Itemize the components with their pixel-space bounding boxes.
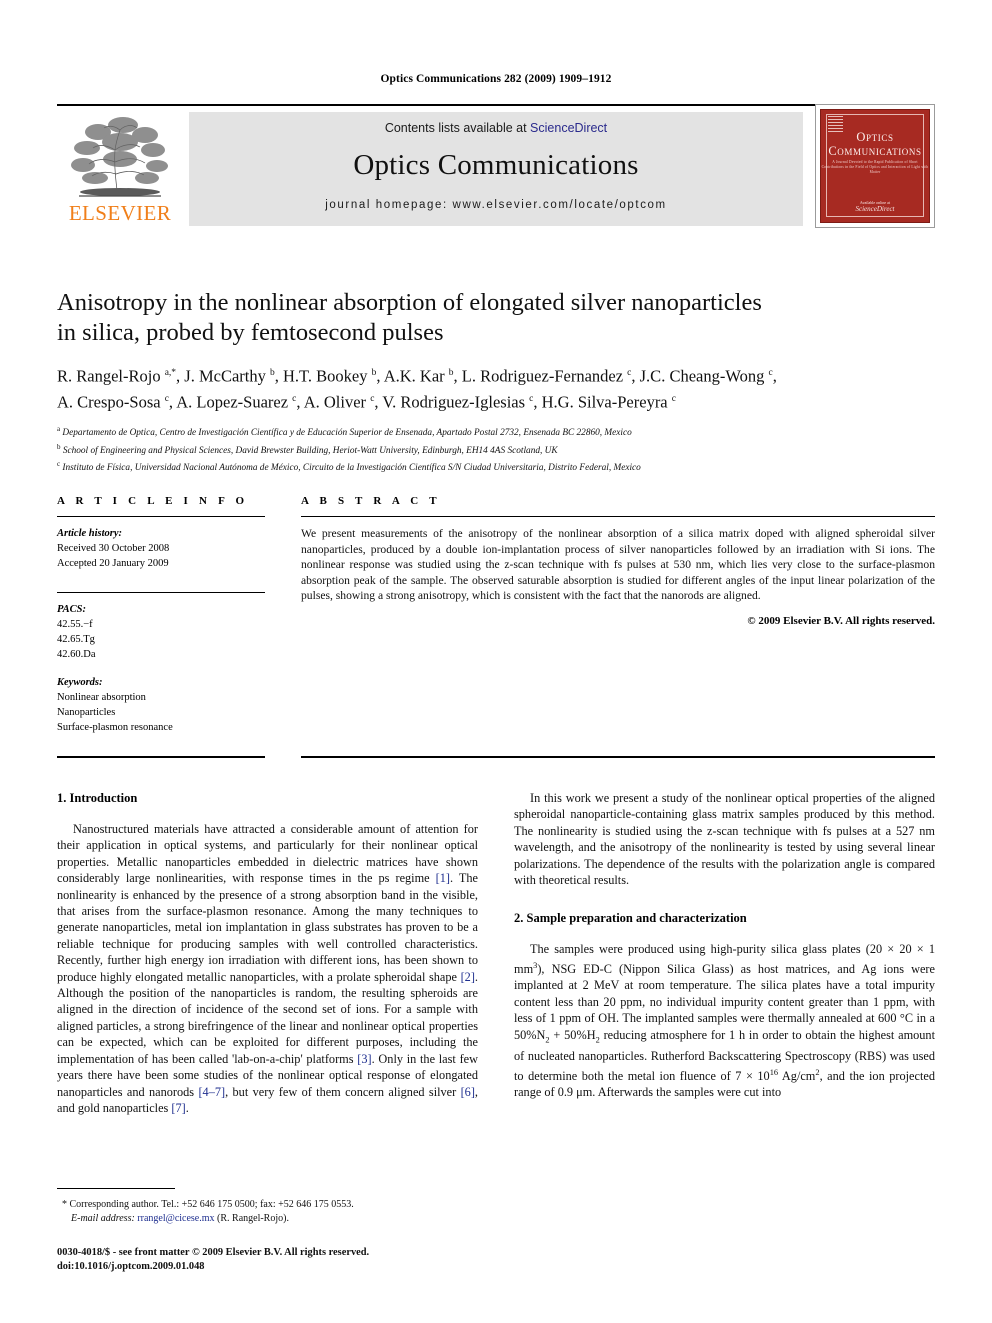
- article-page: Optics Communications 282 (2009) 1909–19…: [0, 0, 992, 1323]
- email-label: E-mail address:: [71, 1212, 135, 1224]
- corresponding-author-note: * Corresponding author. Tel.: +52 646 17…: [57, 1198, 478, 1225]
- affiliation-c: c Instituto de Física, Universidad Nacio…: [57, 460, 641, 474]
- abstract-heading: A B S T R A C T: [301, 495, 441, 507]
- corresponding-author-text: Corresponding author. Tel.: +52 646 175 …: [69, 1199, 354, 1210]
- accepted-date: Accepted 20 January 2009: [57, 558, 169, 569]
- elsevier-logo: ELSEVIER: [65, 112, 175, 224]
- contents-prefix: Contents lists available at: [384, 121, 531, 135]
- footnote-block: * Corresponding author. Tel.: +52 646 17…: [57, 1188, 478, 1225]
- title-block: Anisotropy in the nonlinear absorption o…: [57, 288, 935, 476]
- page-title: Anisotropy in the nonlinear absorption o…: [57, 288, 935, 348]
- citation-ref[interactable]: [4–7]: [198, 1085, 225, 1099]
- journal-banner: Contents lists available at ScienceDirec…: [189, 112, 803, 226]
- pacs-item: 42.60.Da: [57, 649, 96, 660]
- body-columns: 1. Introduction Nanostructured materials…: [57, 790, 935, 1116]
- pacs-item: 42.65.Tg: [57, 634, 95, 645]
- imprint-block: 0030-4018/$ - see front matter © 2009 El…: [57, 1246, 557, 1274]
- title-line-2: in silica, probed by femtosecond pulses: [57, 319, 444, 346]
- cover-title-line1: Optics: [856, 130, 894, 144]
- author-line-2: A. Crespo-Sosa c, A. Lopez-Suarez c, A. …: [57, 392, 676, 411]
- contents-available-line: Contents lists available at ScienceDirec…: [189, 121, 803, 135]
- keyword-item: Surface-plasmon resonance: [57, 722, 173, 733]
- author-line-1: R. Rangel-Rojo a,*, J. McCarthy b, H.T. …: [57, 366, 777, 386]
- abstract-rule: [301, 516, 935, 517]
- elsevier-tree-icon: [71, 117, 168, 197]
- cover-footer: Available online at ScienceDirect: [821, 200, 929, 213]
- journal-cover-thumbnail: Optics Communications A Journal Devoted …: [815, 104, 935, 228]
- section-2-paragraph-1: The samples were produced using high-pur…: [514, 942, 935, 1100]
- keyword-item: Nonlinear absorption: [57, 692, 146, 703]
- cover-title-line2: Communications: [828, 144, 922, 158]
- body-column-left: 1. Introduction Nanostructured materials…: [57, 790, 478, 1116]
- article-info-column: A R T I C L E I N F O Article history: R…: [57, 495, 265, 735]
- citation-ref[interactable]: [2]: [461, 970, 475, 984]
- keywords-label: Keywords:: [57, 677, 103, 688]
- section-1-heading: 1. Introduction: [57, 791, 138, 805]
- received-date: Received 30 October 2008: [57, 543, 170, 554]
- info-abstract-section: A R T I C L E I N F O Article history: R…: [57, 495, 935, 735]
- section-1-paragraph-1: Nanostructured materials have attracted …: [57, 822, 479, 1115]
- cover-foot-sciencedirect: ScienceDirect: [855, 205, 895, 213]
- article-info-rule: [57, 516, 265, 517]
- keyword-item: Nanoparticles: [57, 707, 116, 718]
- body-column-right: In this work we present a study of the n…: [514, 790, 935, 1116]
- journal-title: Optics Communications: [353, 149, 639, 181]
- email-owner: (R. Rangel-Rojo).: [217, 1212, 289, 1224]
- article-info-heading: A R T I C L E I N F O: [57, 495, 249, 507]
- citation-ref[interactable]: [7]: [171, 1101, 185, 1115]
- section-1-paragraph-2: In this work we present a study of the n…: [514, 791, 935, 888]
- imprint-line-1: 0030-4018/$ - see front matter © 2009 El…: [57, 1247, 370, 1258]
- pacs-item: 42.55.−f: [57, 619, 93, 630]
- journal-homepage-link[interactable]: journal homepage: www.elsevier.com/locat…: [189, 199, 803, 211]
- title-line-1: Anisotropy in the nonlinear absorption o…: [57, 289, 762, 316]
- abstract-text: We present measurements of the anisotrop…: [301, 527, 935, 603]
- section-2-heading: 2. Sample preparation and characterizati…: [514, 911, 747, 926]
- pacs-rule: [57, 592, 265, 593]
- affiliation-b: b School of Engineering and Physical Sci…: [57, 442, 558, 456]
- author-list: R. Rangel-Rojo a,*, J. McCarthy b, H.T. …: [57, 362, 935, 413]
- masthead-top-rule: [57, 104, 935, 106]
- running-head: Optics Communications 282 (2009) 1909–19…: [380, 73, 612, 85]
- imprint-line-2: doi:10.1016/j.optcom.2009.01.048: [57, 1261, 205, 1272]
- abstract-column: A B S T R A C T We present measurements …: [301, 495, 935, 735]
- sciencedirect-link[interactable]: ScienceDirect: [530, 121, 607, 135]
- affiliation-a: a Departamento de Optica, Centro de Inve…: [57, 425, 632, 439]
- article-history-label: Article history:: [57, 528, 123, 539]
- body-divider-left: [57, 756, 265, 758]
- cover-subtitle: A Journal Devoted to the Rapid Publicati…: [821, 160, 929, 174]
- citation-ref[interactable]: [1]: [436, 871, 450, 885]
- elsevier-wordmark: ELSEVIER: [68, 201, 172, 225]
- affiliation-list: a Departamento de Optica, Centro de Inve…: [57, 423, 935, 476]
- citation-ref[interactable]: [6]: [461, 1085, 475, 1099]
- cover-title: Optics Communications: [821, 130, 929, 158]
- citation-ref[interactable]: [3]: [357, 1052, 371, 1066]
- journal-masthead: ELSEVIER Contents lists available at Sci…: [57, 104, 935, 228]
- pacs-label: PACS:: [57, 604, 86, 615]
- cover-background: Optics Communications A Journal Devoted …: [820, 109, 930, 223]
- asterisk-icon: *: [62, 1199, 67, 1210]
- email-link[interactable]: rrangel@cicese.mx: [137, 1213, 214, 1224]
- abstract-copyright: © 2009 Elsevier B.V. All rights reserved…: [747, 614, 935, 627]
- body-divider-right: [301, 756, 935, 758]
- footnote-rule: [57, 1188, 175, 1189]
